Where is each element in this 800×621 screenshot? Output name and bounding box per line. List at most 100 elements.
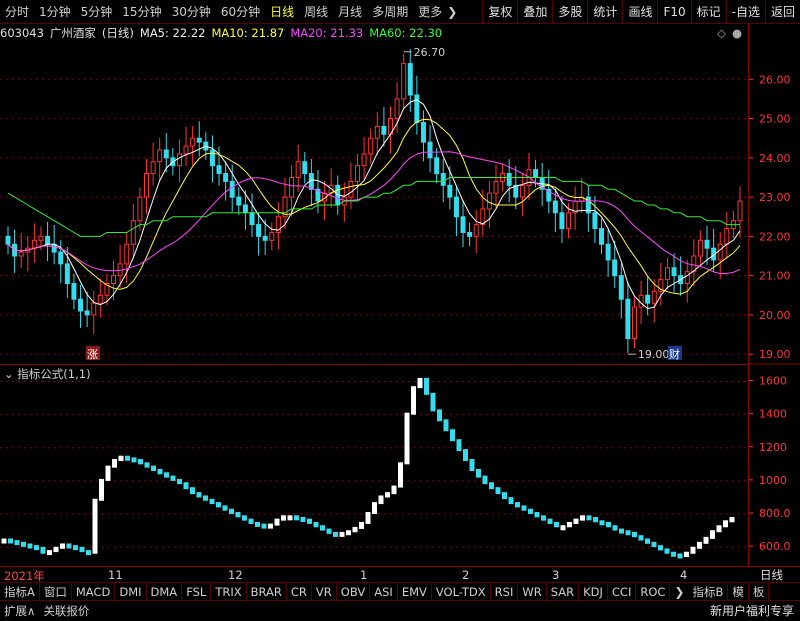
indicator-tab[interactable]: 窗口 [40,582,72,601]
toolbar-button[interactable]: 多股 [552,0,587,23]
indicator-tab[interactable]: 模 [728,582,749,601]
period-tab[interactable]: 更多 [413,1,447,23]
ma5-line [7,99,741,310]
period-tabs: 分时 1分钟 5分钟 15分钟 30分钟 60分钟 日线 周线 月线 多周期 更多 [0,1,447,23]
price-chart[interactable]: 26.70 19.00 涨 财 [0,42,748,364]
fin-mark-label: 财 [669,347,680,361]
indicator-bar [560,525,566,531]
indicator-bar [307,518,312,524]
indicator-bar [541,515,546,521]
candle-body [18,251,24,257]
period-tab[interactable]: 30分钟 [167,1,216,23]
candle-body [242,204,248,214]
period-tab[interactable]: 周线 [299,1,333,23]
high-label: 26.70 [414,46,446,59]
chevron-right-icon[interactable]: ❯ [670,585,688,599]
indicator-chart[interactable] [0,364,748,567]
indicator-tab[interactable]: WR [518,582,547,601]
bottom-item[interactable]: 关联报价 [39,601,93,621]
candle-body [447,184,453,198]
toolbar-button[interactable]: 返回 [764,0,800,23]
right-axis: 26.00 25.00 24.00 23.00 22.00 21.00 20.00 19.00… [748,24,800,566]
ma20-line [7,151,741,274]
indicator-bar [495,487,501,495]
indicator-tab[interactable]: KDJ [579,582,608,601]
candle-body [704,239,710,249]
candle-body [434,157,440,175]
indicator-bar [586,515,592,521]
toolbar-button[interactable]: 画线 [622,0,657,23]
indicator-bar [255,521,260,527]
indicator-bar [60,543,65,549]
indicator-tab[interactable]: RSI [491,582,519,601]
period-tab[interactable]: 月线 [333,1,367,23]
toolbar-button[interactable]: 复权 [482,0,517,23]
indicator-bar [300,516,306,522]
period-tab[interactable]: 1分钟 [34,1,76,23]
candle-body [519,184,525,198]
indicator-tab[interactable]: 指标A [0,582,40,601]
price-tick-label: 24.00 [759,152,791,165]
indicator-tab[interactable]: DMA [147,582,183,601]
indicator-tab[interactable]: BRAR [247,582,287,601]
date-label: 11 [108,567,123,582]
candle-body [45,235,51,245]
indicator-bar [79,546,85,553]
candle-body [97,294,103,304]
indicator-tab[interactable]: SAR [547,582,580,601]
indicator-tab[interactable]: VR [312,582,337,601]
indicator-bar [638,535,644,541]
chevron-right-icon[interactable]: ❯ [447,5,463,19]
indicator-bar [690,546,696,554]
indicator-bar [99,478,104,501]
stock-info-line: 603043 广州酒家 (日线) MA5: 22.22 MA10: 21.87 … [0,24,748,42]
chevron-down-icon[interactable]: ⌄ [4,367,14,381]
indicator-tab[interactable]: MACD [72,582,116,601]
diamond-icon[interactable]: ◇ [717,26,726,40]
indicator-tab[interactable]: FSL [182,582,212,601]
toolbar-button[interactable]: 标记 [690,0,726,23]
indicator-tab[interactable]: 指标B [688,582,729,601]
candle-body [150,161,156,175]
indicator-tab[interactable]: ASI [370,582,398,601]
candle-body [355,165,361,182]
period-tab[interactable]: 60分钟 [216,1,265,23]
candle-body [460,216,466,233]
bottom-item[interactable]: 扩展∧ [0,601,39,621]
indicator-tab[interactable]: 板 [749,582,770,601]
period-tab[interactable]: 5分钟 [76,1,118,23]
period-label[interactable]: 日线 [760,567,783,583]
indicator-tick-label: 1200 [759,441,787,454]
indicator-bar [411,386,416,415]
dot-icon[interactable]: ● [732,26,742,40]
price-tick-label: 19.00 [759,348,791,361]
indicator-tab[interactable]: DMI [115,582,147,601]
period-tab[interactable]: 多周期 [367,1,413,23]
candle-body [209,149,215,167]
indicator-bar [508,497,514,505]
indicator-tab[interactable]: CR [287,582,312,601]
indicator-bar [417,377,423,389]
indicator-bar [729,516,735,523]
period-tab[interactable]: 分时 [0,1,34,23]
indicator-tab[interactable]: ROC [636,582,671,601]
candle-body [229,180,235,198]
indicator-tab[interactable]: VOL-TDX [432,582,491,601]
indicator-tab[interactable]: CCI [608,582,637,601]
candle-body [605,243,611,261]
toolbar-button[interactable]: F10 [657,0,690,23]
period-tab[interactable]: 15分钟 [117,1,166,23]
indicator-tab[interactable]: EMV [398,582,432,601]
indicator-tab[interactable]: TRIX [211,582,247,601]
indicator-bar [216,502,221,508]
candle-body [414,94,420,123]
toolbar-button[interactable]: 统计 [587,0,622,23]
toolbar-button[interactable]: -自选 [725,0,765,23]
promo-link[interactable]: 新用户福利专享 [704,602,800,619]
candle-body [348,180,354,198]
indicator-bar [359,521,364,529]
period-tab[interactable]: 日线 [265,1,299,23]
toolbar-button[interactable]: 叠加 [517,0,552,23]
indicator-title[interactable]: ⌄ 指标公式(1,1) [4,366,91,382]
indicator-tab[interactable]: OBV [337,582,371,601]
